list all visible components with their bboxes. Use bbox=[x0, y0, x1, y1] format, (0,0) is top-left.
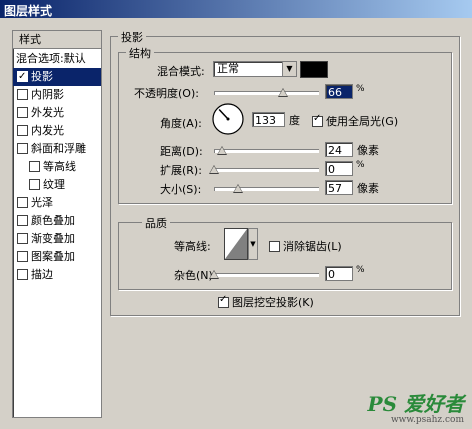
structure-title: 结构 bbox=[126, 45, 154, 61]
quality-group bbox=[118, 222, 452, 290]
sidebar-item[interactable]: 混合选项:默认 bbox=[13, 50, 104, 68]
checkbox-icon[interactable] bbox=[17, 68, 28, 86]
opacity-unit: % bbox=[356, 84, 365, 94]
watermark-logo: PS 爱好者 www.psahz.com bbox=[368, 393, 464, 425]
checkbox-icon[interactable] bbox=[17, 106, 28, 118]
sidebar-item-label: 纹理 bbox=[43, 178, 65, 191]
checkbox-icon bbox=[218, 294, 229, 308]
opacity-label: 不透明度(O): bbox=[134, 87, 199, 100]
distance-input[interactable]: 24 bbox=[325, 142, 353, 157]
noise-unit: % bbox=[356, 265, 365, 275]
blend-mode-value: 正常 bbox=[217, 62, 239, 75]
distance-slider-thumb[interactable] bbox=[217, 146, 228, 155]
blend-mode-select[interactable]: 正常 ▼ bbox=[213, 61, 297, 77]
sidebar-item[interactable]: 等高线 bbox=[13, 158, 101, 176]
antialias-checkbox[interactable]: 消除锯齿(L) bbox=[269, 238, 342, 254]
checkbox-icon[interactable] bbox=[17, 142, 28, 154]
angle-label: 角度(A): bbox=[160, 117, 202, 130]
checkbox-icon[interactable] bbox=[17, 232, 28, 244]
checkbox-icon[interactable] bbox=[29, 160, 40, 172]
opacity-slider-thumb[interactable] bbox=[277, 88, 288, 97]
noise-input[interactable]: 0 bbox=[325, 266, 353, 281]
watermark-url: www.psahz.com bbox=[390, 415, 464, 425]
sidebar-item-label: 混合选项:默认 bbox=[16, 52, 86, 65]
noise-slider-track[interactable] bbox=[214, 273, 319, 277]
sidebar-item-label: 渐变叠加 bbox=[31, 232, 75, 245]
sidebar-item-label: 投影 bbox=[31, 70, 53, 83]
size-input[interactable]: 57 bbox=[325, 180, 353, 195]
sidebar-item-label: 描边 bbox=[31, 268, 53, 281]
style-list: 样式 混合选项:默认投影内阴影外发光内发光斜面和浮雕等高线纹理光泽颜色叠加渐变叠… bbox=[12, 30, 102, 418]
checkbox-icon[interactable] bbox=[29, 178, 40, 190]
sidebar-item[interactable]: 描边 bbox=[13, 266, 101, 284]
sidebar-item-label: 等高线 bbox=[43, 160, 76, 173]
sidebar-item-label: 光泽 bbox=[31, 196, 53, 209]
checkbox-icon[interactable] bbox=[17, 214, 28, 226]
style-list-header: 样式 bbox=[13, 31, 101, 49]
checkbox-icon bbox=[312, 113, 323, 127]
antialias-label: 消除锯齿(L) bbox=[283, 240, 342, 253]
sidebar-item[interactable]: 颜色叠加 bbox=[13, 212, 101, 230]
knockout-checkbox[interactable]: 图层挖空投影(K) bbox=[218, 294, 314, 310]
chevron-down-icon: ▼ bbox=[282, 62, 296, 76]
drop-shadow-title: 投影 bbox=[118, 29, 146, 45]
sidebar-item-label: 颜色叠加 bbox=[31, 214, 75, 227]
checkbox-icon[interactable] bbox=[17, 250, 28, 262]
checkbox-icon bbox=[269, 240, 280, 252]
watermark-text: PS 爱好者 bbox=[367, 392, 464, 416]
sidebar-item[interactable]: 光泽 bbox=[13, 194, 101, 212]
distance-unit: 像素 bbox=[357, 144, 379, 157]
noise-slider-thumb[interactable] bbox=[209, 270, 219, 279]
size-unit: 像素 bbox=[357, 182, 379, 195]
spread-label: 扩展(R): bbox=[160, 164, 202, 177]
angle-unit: 度 bbox=[289, 114, 300, 127]
checkbox-icon[interactable] bbox=[17, 268, 28, 280]
spread-slider-track[interactable] bbox=[214, 168, 319, 172]
contour-label: 等高线: bbox=[174, 240, 211, 253]
distance-slider-track[interactable] bbox=[214, 149, 319, 153]
sidebar-item[interactable]: 图案叠加 bbox=[13, 248, 101, 266]
sidebar-item[interactable]: 投影 bbox=[13, 68, 101, 86]
angle-dial[interactable] bbox=[211, 102, 245, 136]
knockout-label: 图层挖空投影(K) bbox=[232, 296, 314, 309]
contour-preview-icon bbox=[224, 228, 248, 260]
size-slider-thumb[interactable] bbox=[232, 184, 243, 193]
checkbox-icon[interactable] bbox=[17, 88, 28, 100]
blend-mode-label: 混合模式: bbox=[157, 65, 205, 78]
opacity-input[interactable]: 66 bbox=[325, 84, 353, 99]
size-slider-track[interactable] bbox=[214, 187, 319, 191]
sidebar-item-label: 内发光 bbox=[31, 124, 64, 137]
checkbox-icon[interactable] bbox=[17, 196, 28, 208]
sidebar-item[interactable]: 内阴影 bbox=[13, 86, 101, 104]
quality-title: 品质 bbox=[142, 215, 170, 231]
contour-dropdown-chevron-icon: ▼ bbox=[248, 228, 258, 260]
sidebar-item[interactable]: 渐变叠加 bbox=[13, 230, 101, 248]
distance-label: 距离(D): bbox=[160, 145, 203, 158]
global-light-checkbox[interactable]: 使用全局光(G) bbox=[312, 113, 398, 129]
spread-input[interactable]: 0 bbox=[325, 161, 353, 176]
contour-picker[interactable]: ▼ bbox=[224, 228, 258, 260]
title-bar[interactable]: 图层样式 bbox=[0, 0, 472, 18]
opacity-slider-track[interactable] bbox=[214, 91, 319, 95]
sidebar-item-label: 图案叠加 bbox=[31, 250, 75, 263]
sidebar-item-label: 外发光 bbox=[31, 106, 64, 119]
window-title: 图层样式 bbox=[4, 4, 53, 18]
checkbox-icon[interactable] bbox=[17, 124, 28, 136]
sidebar-item-label: 斜面和浮雕 bbox=[31, 142, 86, 155]
spread-slider-thumb[interactable] bbox=[209, 165, 219, 174]
spread-unit: % bbox=[356, 160, 365, 170]
shadow-color-swatch[interactable] bbox=[300, 61, 328, 78]
size-label: 大小(S): bbox=[160, 183, 202, 196]
global-light-label: 使用全局光(G) bbox=[326, 115, 399, 128]
sidebar-item-label: 内阴影 bbox=[31, 88, 64, 101]
sidebar-item[interactable]: 斜面和浮雕 bbox=[13, 140, 101, 158]
sidebar-item[interactable]: 内发光 bbox=[13, 122, 101, 140]
angle-input[interactable]: 133 bbox=[252, 112, 285, 127]
sidebar-item[interactable]: 纹理 bbox=[13, 176, 101, 194]
sidebar-item[interactable]: 外发光 bbox=[13, 104, 101, 122]
